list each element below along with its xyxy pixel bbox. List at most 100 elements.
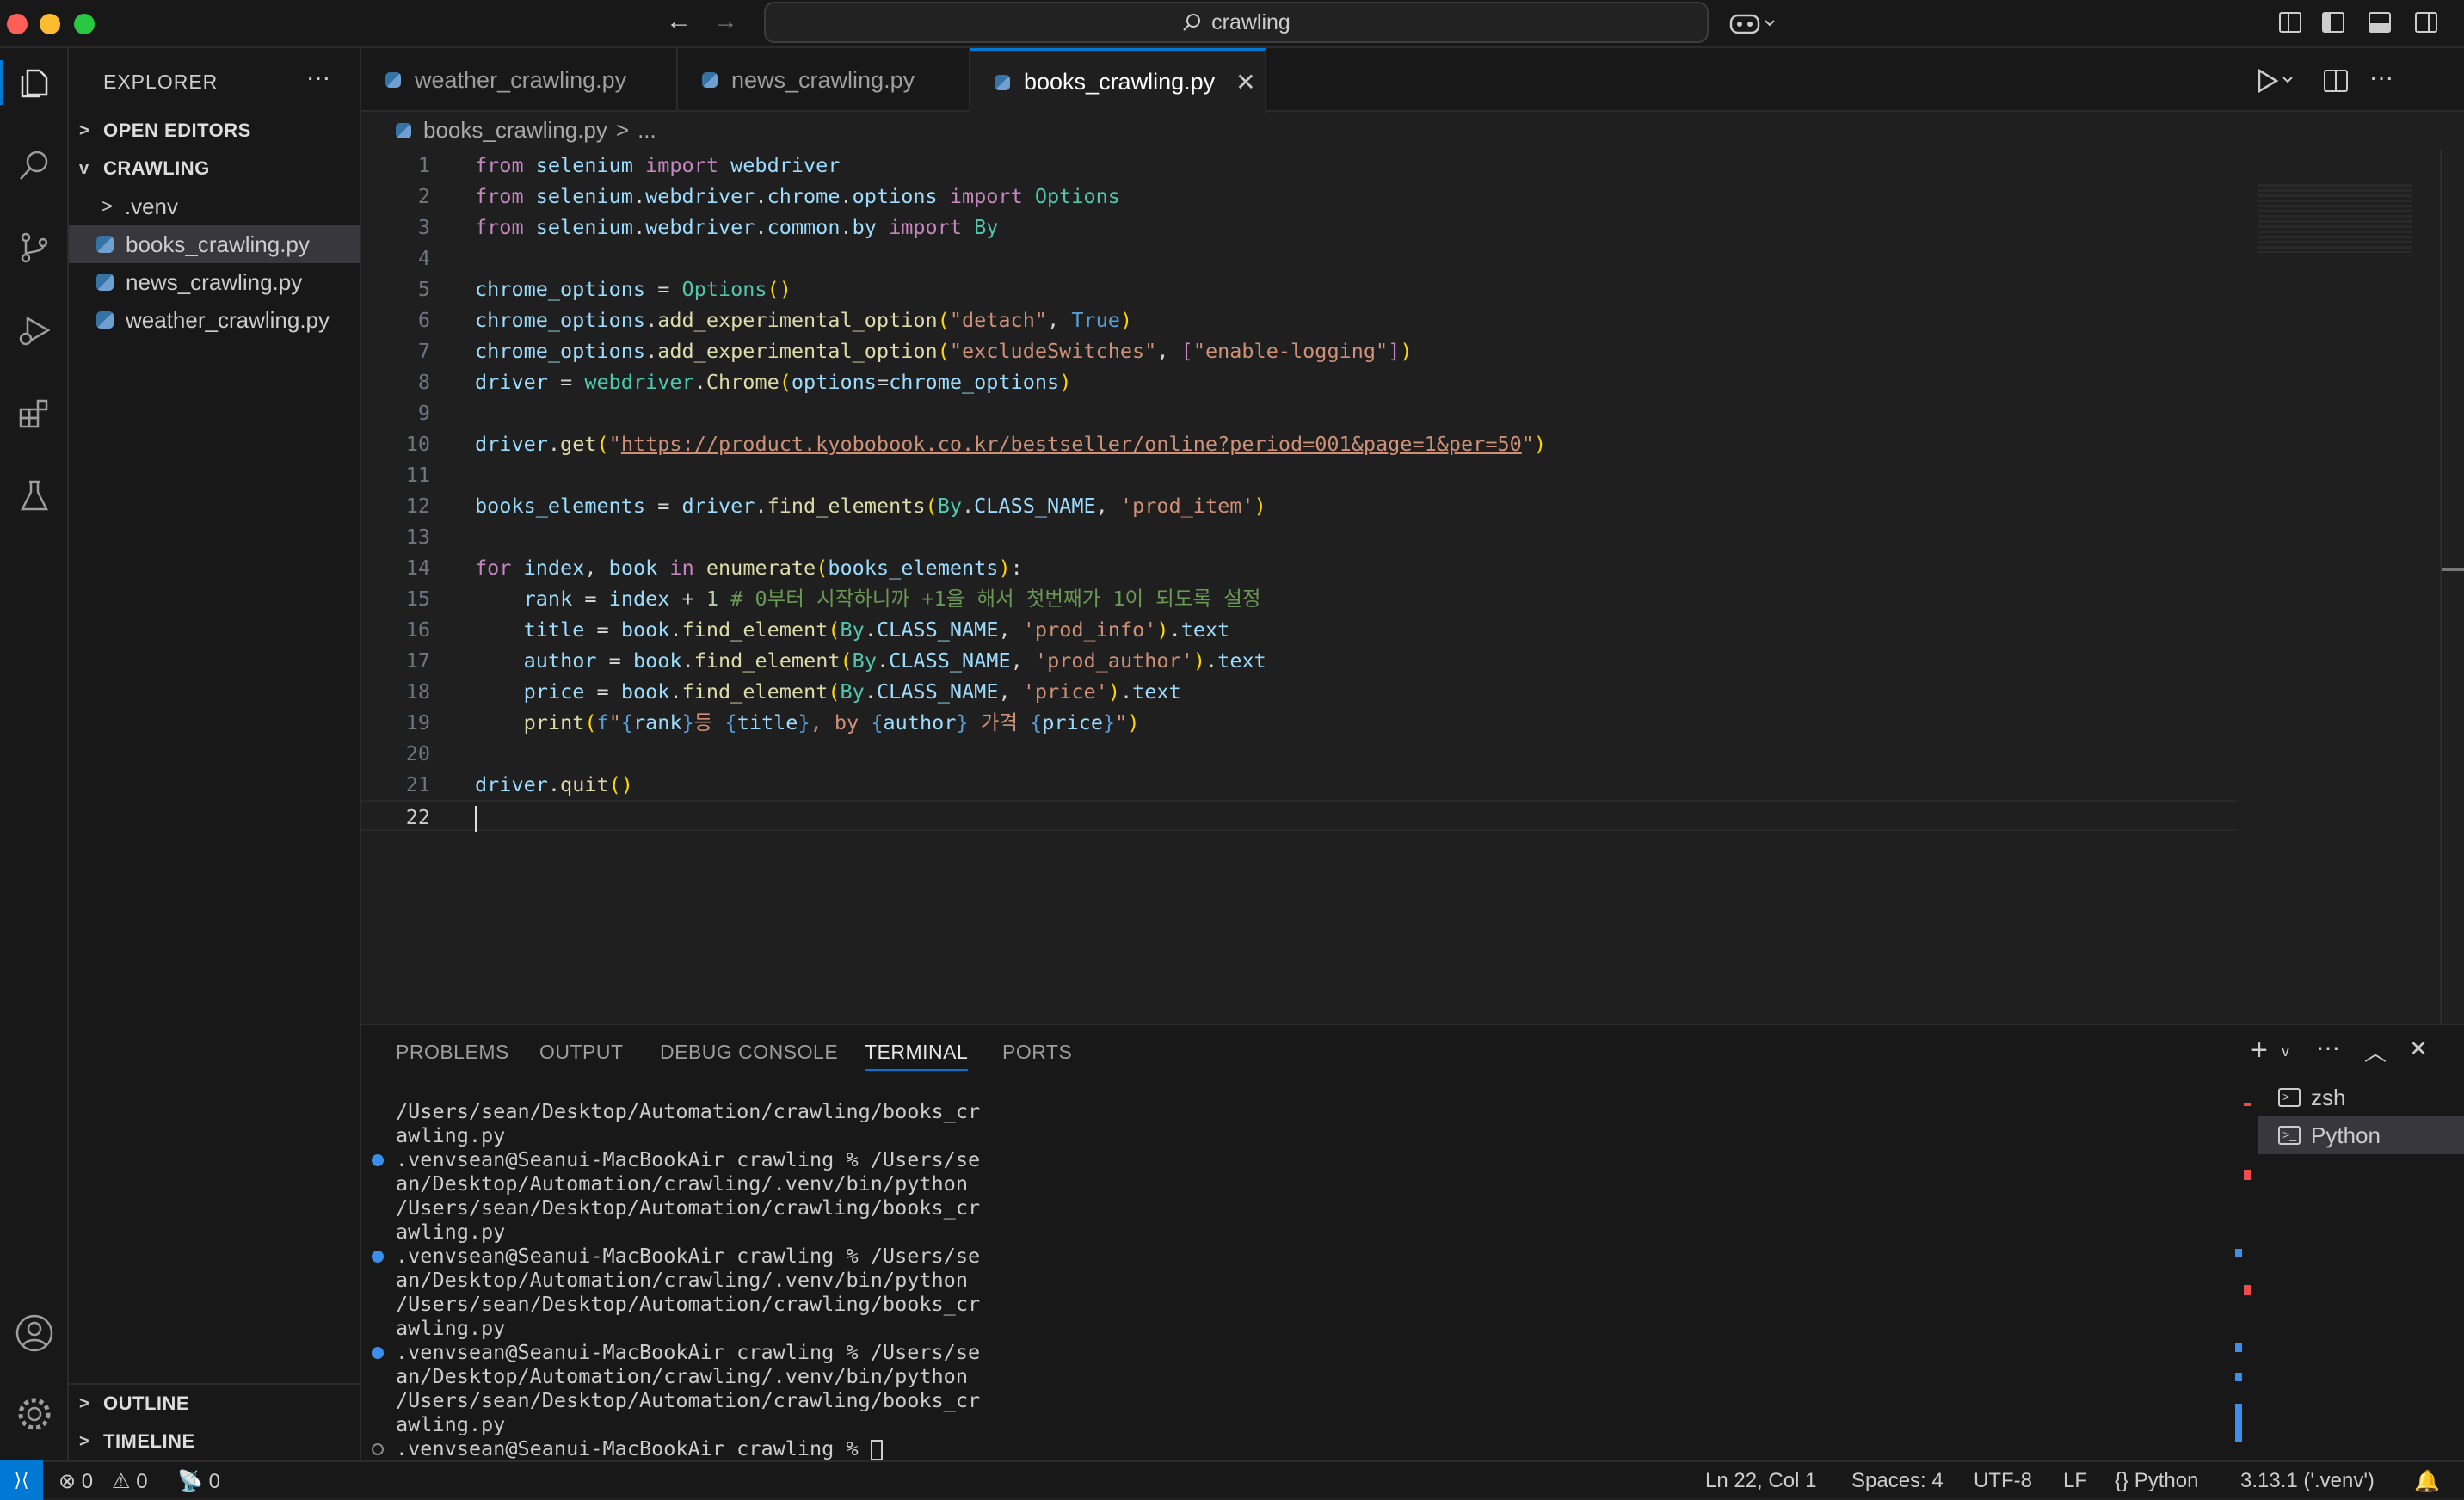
tab-output[interactable]: OUTPUT <box>539 1041 624 1064</box>
tab-terminal[interactable]: TERMINAL <box>865 1041 969 1071</box>
code-line[interactable]: 1 from selenium import webdriver <box>361 150 2237 181</box>
run-icon[interactable] <box>2256 69 2297 93</box>
code-line[interactable]: 10 driver.get("https://product.kyobobook.… <box>361 428 2237 459</box>
customize-layout-icon[interactable] <box>2278 10 2302 34</box>
code-line[interactable]: 15 rank = index + 1 # 0부터 시작하니까 +1을 해서 첫… <box>361 583 2237 614</box>
code-line[interactable]: 16 title = book.find_element(By.CLASS_NA… <box>361 614 2237 645</box>
more-actions-icon[interactable]: ⋯ <box>306 64 330 92</box>
forward-arrow-icon[interactable]: → <box>712 7 738 36</box>
code-line[interactable]: 6 chrome_options.add_experimental_option(… <box>361 304 2237 335</box>
line-number: 6 <box>417 308 430 332</box>
search-activity[interactable] <box>0 131 69 200</box>
command-decoration-icon[interactable] <box>372 1154 384 1166</box>
tab-debug-console[interactable]: DEBUG CONSOLE <box>660 1041 838 1064</box>
bell-icon[interactable]: 🔔 <box>2414 1469 2440 1494</box>
code-line[interactable]: 2 from selenium.webdriver.chrome.options … <box>361 181 2237 212</box>
manage-activity[interactable] <box>0 1380 69 1448</box>
tree-item-weather-crawling[interactable]: weather_crawling.py <box>69 301 360 339</box>
close-panel-icon[interactable]: ✕ <box>2409 1036 2428 1062</box>
tab-news-crawling[interactable]: news_crawling.py <box>678 48 970 112</box>
ports-status[interactable]: 📡 0 <box>177 1469 220 1494</box>
errors-status[interactable]: ⊗ 0 <box>59 1469 93 1494</box>
extensions-activity[interactable] <box>0 378 69 447</box>
warnings-status[interactable]: ⚠ 0 <box>112 1469 148 1494</box>
outline-section[interactable]: > OUTLINE <box>69 1385 360 1423</box>
split-editor-icon[interactable] <box>2323 69 2349 93</box>
language-label: Python <box>2134 1469 2199 1492</box>
tab-books-crawling[interactable]: books_crawling.py ✕ <box>970 48 1266 114</box>
code-line[interactable]: 11 <box>361 459 2237 490</box>
open-editors-section[interactable]: > OPEN EDITORS <box>69 112 360 150</box>
code-line[interactable]: 19 print(f"{rank}등 {title}, by {author} … <box>361 707 2237 738</box>
back-arrow-icon[interactable]: ← <box>666 7 692 36</box>
terminal-item-zsh[interactable]: >_ zsh <box>2258 1079 2464 1116</box>
line-number: 17 <box>405 649 430 673</box>
tree-item-venv[interactable]: > .venv <box>69 188 360 225</box>
remote-indicator[interactable]: ⟩⟨ <box>0 1460 43 1500</box>
code-line[interactable]: 5 chrome_options = Options() <box>361 274 2237 304</box>
code-line[interactable]: 21 driver.quit() <box>361 769 2237 800</box>
encoding-status[interactable]: UTF-8 <box>1974 1469 2032 1493</box>
tab-ports[interactable]: PORTS <box>1002 1041 1072 1064</box>
maximize-panel-icon[interactable]: ︿ <box>2364 1036 2387 1067</box>
new-terminal-icon[interactable]: + <box>2251 1034 2268 1067</box>
line-number: 18 <box>405 679 430 704</box>
chevron-down-icon[interactable]: v <box>2282 1042 2289 1060</box>
code-line[interactable]: 22 <box>361 800 2237 832</box>
toggle-secondary-sidebar-icon[interactable] <box>2414 10 2438 34</box>
line-text: print(f"{rank}등 {title}, by {author} 가격 … <box>523 710 1140 735</box>
terminal-output[interactable]: /Users/sean/Desktop/Automation/crawling/… <box>372 1099 980 1460</box>
code-line[interactable]: 4 <box>361 243 2237 274</box>
command-decoration-icon[interactable] <box>372 1251 384 1263</box>
tree-item-news-crawling[interactable]: news_crawling.py <box>69 263 360 301</box>
code-line[interactable]: 9 <box>361 397 2237 428</box>
code-line[interactable]: 12 books_elements = driver.find_elements(… <box>361 490 2237 521</box>
breadcrumb-file[interactable]: books_crawling.py <box>423 117 607 144</box>
close-window-button[interactable] <box>7 14 28 34</box>
terminal-scrollbar[interactable] <box>2233 1077 2254 1455</box>
toggle-primary-sidebar-icon[interactable] <box>2321 10 2345 34</box>
command-marker <box>2235 1249 2242 1257</box>
code-line[interactable]: 3 from selenium.webdriver.common.by impor… <box>361 212 2237 243</box>
code-line[interactable]: 20 <box>361 738 2237 769</box>
terminal-item-python[interactable]: >_ Python <box>2258 1116 2464 1154</box>
accounts-activity[interactable] <box>0 1299 69 1368</box>
code-line[interactable]: 8 driver = webdriver.Chrome(options=chrom… <box>361 366 2237 397</box>
code-line[interactable]: 18 price = book.find_element(By.CLASS_NA… <box>361 676 2237 707</box>
minimize-window-button[interactable] <box>40 14 60 34</box>
code-line[interactable]: 14 for index, book in enumerate(books_ele… <box>361 552 2237 583</box>
interpreter-status[interactable]: 3.13.1 ('.venv') <box>2240 1469 2375 1493</box>
close-icon[interactable]: ✕ <box>1235 68 1255 96</box>
language-status[interactable]: {} Python <box>2115 1469 2198 1493</box>
panel-more-icon[interactable]: ⋯ <box>2316 1034 2340 1062</box>
editor-scrollbar[interactable] <box>2440 150 2464 1024</box>
explorer-activity[interactable] <box>0 48 69 117</box>
crawling-folder-section[interactable]: v CRAWLING <box>69 150 360 188</box>
testing-activity[interactable] <box>0 461 69 530</box>
toggle-panel-icon[interactable] <box>2368 10 2392 34</box>
breadcrumb-more[interactable]: ... <box>638 117 656 144</box>
editor-more-icon[interactable]: ⋯ <box>2369 64 2393 92</box>
indentation-status[interactable]: Spaces: 4 <box>1851 1469 1943 1493</box>
timeline-section[interactable]: > TIMELINE <box>69 1423 360 1460</box>
run-debug-activity[interactable] <box>0 296 69 365</box>
python-file-icon <box>96 311 114 329</box>
tab-weather-crawling[interactable]: weather_crawling.py <box>361 48 678 112</box>
code-line[interactable]: 13 <box>361 521 2237 552</box>
tab-problems[interactable]: PROBLEMS <box>396 1041 509 1064</box>
command-decoration-icon[interactable] <box>372 1443 384 1455</box>
eol-status[interactable]: LF <box>2063 1469 2087 1493</box>
copilot-icon[interactable] <box>1729 10 1777 36</box>
code-editor[interactable]: 1 from selenium import webdriver 2 from sel… <box>361 150 2237 832</box>
code-line[interactable]: 7 chrome_options.add_experimental_option(… <box>361 335 2237 366</box>
maximize-window-button[interactable] <box>74 14 95 34</box>
command-marker <box>2235 1373 2242 1381</box>
cursor-position[interactable]: Ln 22, Col 1 <box>1705 1469 1816 1493</box>
tree-item-label: .venv <box>124 193 179 219</box>
command-decoration-icon[interactable] <box>372 1347 384 1359</box>
minimap[interactable] <box>2237 150 2426 279</box>
code-line[interactable]: 17 author = book.find_element(By.CLASS_N… <box>361 645 2237 676</box>
command-center-search[interactable]: crawling <box>764 2 1709 43</box>
source-control-activity[interactable] <box>0 213 69 282</box>
tree-item-books-crawling[interactable]: books_crawling.py <box>69 225 360 263</box>
